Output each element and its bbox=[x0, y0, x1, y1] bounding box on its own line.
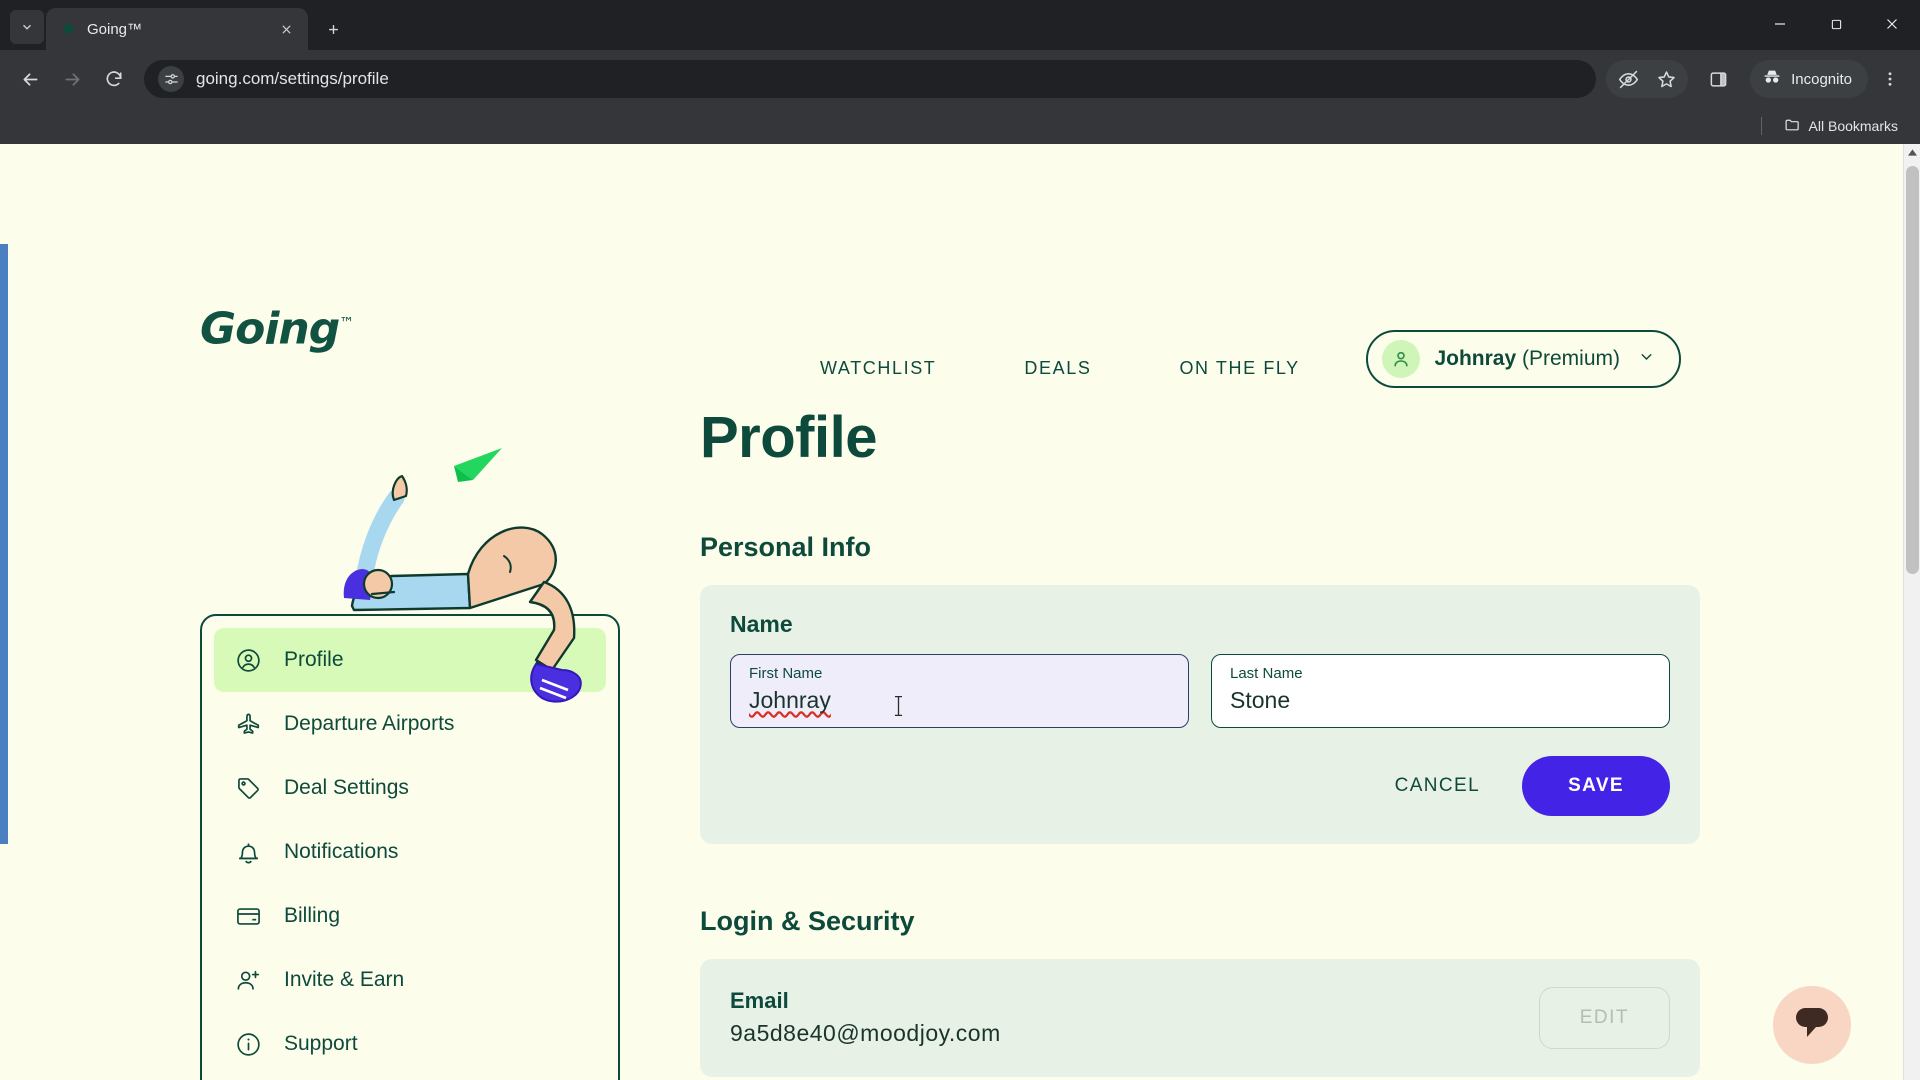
first-name-value: Johnray bbox=[749, 686, 831, 713]
browser-toolbar: going.com/settings/profile Incognito bbox=[0, 50, 1920, 108]
airplane-icon bbox=[234, 710, 262, 738]
three-dot-menu-icon[interactable] bbox=[1870, 59, 1910, 99]
all-bookmarks-button[interactable]: All Bookmarks bbox=[1778, 112, 1904, 140]
edit-email-button[interactable]: EDIT bbox=[1538, 986, 1670, 1049]
last-name-value: Stone bbox=[1230, 686, 1291, 713]
sidebar-item-label: Invite & Earn bbox=[284, 968, 405, 991]
chat-bubble-icon bbox=[1794, 1006, 1830, 1045]
tab-strip: Going™ bbox=[0, 0, 1920, 50]
sidebar-item-notifications[interactable]: Notifications bbox=[214, 820, 606, 884]
bookmarks-bar: All Bookmarks bbox=[0, 108, 1920, 144]
user-plan: (Premium) bbox=[1522, 347, 1620, 370]
chat-launcher-button[interactable] bbox=[1773, 986, 1851, 1064]
name-actions: CANCEL SAVE bbox=[730, 755, 1670, 816]
avatar bbox=[1382, 340, 1421, 378]
email-card: Email 9a5d8e40@moodjoy.com EDIT bbox=[700, 958, 1700, 1077]
star-icon[interactable] bbox=[1647, 60, 1685, 98]
nav-item-on-the-fly[interactable]: ON THE FLY bbox=[1179, 358, 1299, 379]
bookmark-separator bbox=[1760, 117, 1762, 135]
sidebar-item-deal-settings[interactable]: Deal Settings bbox=[214, 756, 606, 820]
sidebar-item-label: Deal Settings bbox=[284, 776, 409, 799]
email-value: 9a5d8e40@moodjoy.com bbox=[730, 1020, 1001, 1047]
toolbar-chip-group bbox=[1606, 60, 1689, 98]
sidebar-item-label: Departure Airports bbox=[284, 712, 455, 735]
save-button[interactable]: SAVE bbox=[1522, 755, 1670, 816]
person-circle-icon bbox=[234, 646, 262, 674]
user-account-button[interactable]: Johnray (Premium) bbox=[1366, 330, 1681, 388]
incognito-hat-icon bbox=[1762, 67, 1782, 91]
page-viewport: Going™ WATCHLIST DEALS ON THE FLY Johnra… bbox=[0, 144, 1920, 1080]
toolbar-actions: Incognito bbox=[1606, 59, 1910, 99]
cancel-button[interactable]: CANCEL bbox=[1373, 761, 1502, 811]
tab-search-chevron-icon[interactable] bbox=[10, 10, 44, 44]
sidebar-item-label: Profile bbox=[284, 648, 344, 671]
logo-text: Going bbox=[200, 303, 340, 355]
left-focus-bar bbox=[0, 244, 8, 844]
forward-arrow-icon bbox=[52, 59, 92, 99]
sidebar-item-departure-airports[interactable]: Departure Airports bbox=[214, 692, 606, 756]
going-settings-page: Going™ WATCHLIST DEALS ON THE FLY Johnra… bbox=[0, 144, 1903, 1080]
back-arrow-icon[interactable] bbox=[10, 59, 50, 99]
nav-item-deals[interactable]: DEALS bbox=[1024, 358, 1091, 379]
incognito-label: Incognito bbox=[1791, 70, 1852, 88]
section-heading-personal-info: Personal Info bbox=[700, 531, 872, 562]
incognito-indicator[interactable]: Incognito bbox=[1750, 60, 1868, 98]
tab-title: Going™ bbox=[87, 20, 143, 38]
scrollbar-thumb[interactable] bbox=[1906, 166, 1919, 574]
settings-main-content: Profile Personal Info Name First Name Jo… bbox=[700, 406, 1700, 1080]
sidebar-item-support[interactable]: Support bbox=[214, 1012, 606, 1076]
window-controls bbox=[1752, 0, 1920, 48]
close-icon[interactable] bbox=[274, 17, 298, 41]
sidebar-item-billing[interactable]: Billing bbox=[214, 884, 606, 948]
settings-sidebar: Profile Departure Airports Deal Settings bbox=[200, 614, 620, 1080]
tag-icon bbox=[234, 774, 262, 802]
site-settings-icon[interactable] bbox=[158, 66, 184, 92]
side-panel-icon[interactable] bbox=[1698, 59, 1738, 99]
name-label: Name bbox=[730, 610, 793, 637]
main-navigation: WATCHLIST DEALS ON THE FLY bbox=[820, 358, 1300, 379]
text-cursor-icon bbox=[893, 695, 904, 722]
sidebar-item-label: Support bbox=[284, 1032, 358, 1055]
page-title: Profile bbox=[700, 405, 878, 470]
credit-card-icon bbox=[234, 902, 262, 930]
sidebar-item-invite-and-earn[interactable]: Invite & Earn bbox=[214, 948, 606, 1012]
name-field-row: First Name Johnray Last Name Stone bbox=[730, 653, 1670, 728]
info-circle-icon bbox=[234, 1030, 262, 1058]
folder-icon bbox=[1784, 116, 1801, 136]
nav-item-watchlist[interactable]: WATCHLIST bbox=[820, 358, 936, 379]
sidebar-item-profile[interactable]: Profile bbox=[214, 628, 606, 692]
sidebar-item-label: Notifications bbox=[284, 840, 399, 863]
sidebar-item-label: Billing bbox=[284, 904, 341, 927]
scroll-up-arrow-icon[interactable] bbox=[1904, 144, 1920, 161]
maximize-icon[interactable] bbox=[1808, 0, 1864, 48]
address-bar[interactable]: going.com/settings/profile bbox=[144, 60, 1597, 98]
going-favicon bbox=[60, 21, 77, 38]
name-card: Name First Name Johnray Last Name Stone bbox=[700, 584, 1700, 844]
email-label: Email bbox=[730, 988, 789, 1014]
going-logo[interactable]: Going™ bbox=[200, 303, 354, 355]
bell-icon bbox=[234, 838, 262, 866]
url-text: going.com/settings/profile bbox=[196, 69, 389, 88]
last-name-field[interactable]: Last Name Stone bbox=[1211, 653, 1670, 728]
email-info: Email 9a5d8e40@moodjoy.com bbox=[730, 988, 1001, 1047]
first-name-label: First Name bbox=[749, 664, 823, 682]
reload-icon[interactable] bbox=[94, 59, 134, 99]
eye-off-icon[interactable] bbox=[1609, 60, 1647, 98]
sidebar-item-contact[interactable]: Contact bbox=[214, 1076, 606, 1080]
window-close-icon[interactable] bbox=[1864, 0, 1920, 48]
browser-tab[interactable]: Going™ bbox=[46, 8, 308, 50]
person-plus-icon bbox=[234, 966, 262, 994]
first-name-field[interactable]: First Name Johnray bbox=[730, 653, 1189, 728]
page-scrollbar[interactable] bbox=[1903, 144, 1920, 1080]
all-bookmarks-label: All Bookmarks bbox=[1808, 118, 1898, 134]
user-name: Johnray bbox=[1434, 347, 1517, 370]
section-heading-login-security: Login & Security bbox=[700, 905, 915, 936]
plus-icon[interactable] bbox=[316, 12, 350, 46]
minimize-icon[interactable] bbox=[1752, 0, 1808, 48]
logo-trademark: ™ bbox=[339, 313, 354, 332]
last-name-label: Last Name bbox=[1230, 664, 1303, 682]
chevron-down-icon bbox=[1638, 348, 1655, 370]
browser-window: Going™ going.com/settings/profile Incogn… bbox=[0, 0, 1920, 1080]
